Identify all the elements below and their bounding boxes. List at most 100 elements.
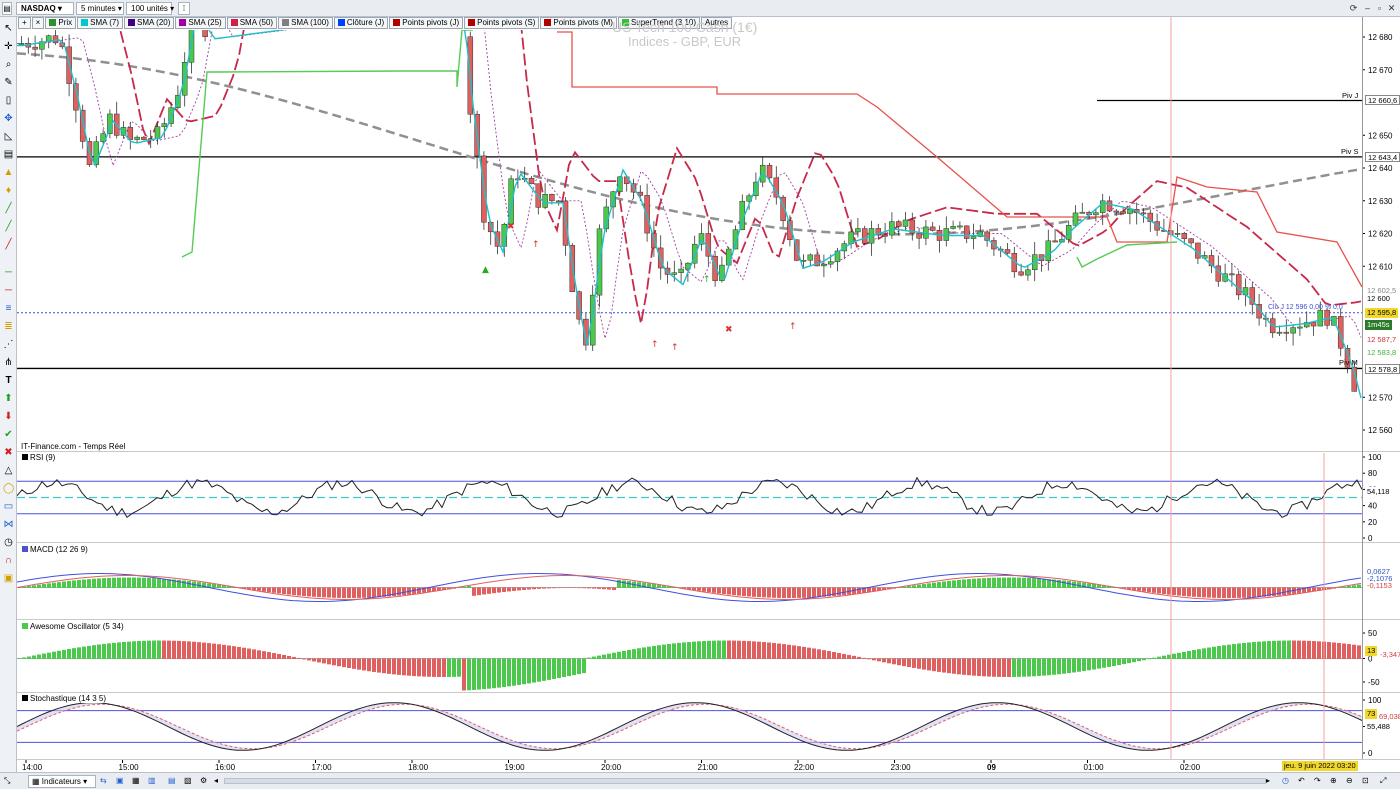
candle-body	[827, 261, 834, 265]
grid-icon[interactable]: ▦	[132, 775, 144, 788]
magnet-icon[interactable]: ∩	[3, 555, 14, 566]
fibo-icon[interactable]: ≣	[3, 321, 14, 332]
trash-icon[interactable]: ▤	[3, 149, 14, 160]
macd-histogram-bar	[72, 580, 76, 588]
rectangle-icon[interactable]: ▭	[3, 501, 14, 512]
candle-body	[957, 225, 963, 228]
ao-bar	[227, 645, 231, 659]
ao-bar	[37, 654, 41, 659]
pencil-icon[interactable]: ✎	[3, 77, 14, 88]
timeframe-select[interactable]: 5 minutes ▾	[76, 2, 124, 15]
fibo-fan-icon[interactable]: ⋰	[3, 339, 14, 350]
ao-bar	[1012, 658, 1016, 677]
macd-title[interactable]: MACD (12 26 9)	[20, 545, 90, 554]
ao-bar	[1212, 646, 1216, 659]
macd-histogram-bar	[292, 587, 296, 596]
ao-title[interactable]: Awesome Oscillator (5 34)	[20, 622, 126, 631]
line-icon[interactable]: ╱	[3, 203, 14, 214]
print-icon[interactable]: ▧	[184, 775, 196, 788]
ellipse-icon[interactable]: ◯	[3, 483, 14, 494]
ao-bar	[372, 658, 376, 672]
channel-icon[interactable]: ≡	[3, 303, 14, 314]
hline-red-icon[interactable]: ─	[3, 285, 14, 296]
macd-histogram-bar	[787, 587, 791, 598]
macd-panel	[17, 573, 1362, 602]
refresh-icon[interactable]: ⟳	[1348, 3, 1359, 14]
macd-histogram-bar	[567, 587, 571, 589]
share-icon[interactable]: ⇆	[100, 775, 112, 788]
bell-icon[interactable]: ♦	[3, 185, 14, 196]
instrument-select[interactable]: NASDAQ ▾	[16, 2, 74, 15]
check-icon[interactable]: ✔	[3, 429, 14, 440]
ao-bar	[892, 658, 896, 665]
ao-bar	[697, 641, 701, 659]
layout-icon[interactable]: ▤	[168, 775, 180, 788]
cursor-icon[interactable]: ↖	[3, 23, 14, 34]
text-icon[interactable]: T	[3, 375, 14, 386]
undo-icon[interactable]: ↶	[1298, 775, 1310, 788]
ray-icon[interactable]: ╱	[3, 239, 14, 250]
macd-histogram-bar	[487, 587, 491, 594]
scroll-right-icon[interactable]: ▸	[1266, 775, 1274, 788]
settings-icon[interactable]: ⚙	[200, 775, 212, 788]
replay-icon[interactable]: ◷	[1282, 775, 1294, 788]
close-icon[interactable]: ✕	[1386, 3, 1397, 14]
calendar-icon[interactable]: ▥	[148, 775, 160, 788]
cross-icon[interactable]: ✖	[3, 447, 14, 458]
bars-icon[interactable]: ⁞	[178, 2, 190, 15]
macd-histogram-bar	[1037, 578, 1041, 588]
move-icon[interactable]: ✥	[3, 113, 14, 124]
ao-bar	[187, 641, 191, 659]
zoom-icon[interactable]: ⌕	[3, 59, 14, 70]
save-icon[interactable]: ▣	[116, 775, 128, 788]
units-select[interactable]: 100 unités ▾	[126, 2, 174, 15]
triangle-icon[interactable]: △	[3, 465, 14, 476]
zoom-fit-icon[interactable]: ⊡	[1362, 775, 1374, 788]
ruler-icon[interactable]: ◺	[3, 131, 14, 142]
indicators-button[interactable]: ▦ Indicateurs ▾	[28, 775, 96, 788]
ao-bar	[722, 640, 726, 659]
ao-bar	[977, 658, 981, 677]
pivot-s-tag: Piv S	[1341, 147, 1359, 156]
expand-icon[interactable]: ⤢	[1380, 775, 1392, 788]
polyline-icon[interactable]: ⋈	[3, 519, 14, 530]
restore-icon[interactable]: ▫	[1374, 3, 1385, 14]
units-label: 100 unités	[131, 4, 168, 13]
trendline-icon[interactable]: ╱	[3, 221, 14, 232]
minimize-icon[interactable]: –	[1362, 3, 1373, 14]
candle-body	[1215, 265, 1222, 282]
ao-bar	[832, 652, 836, 659]
alert-icon[interactable]: ▲	[3, 167, 14, 178]
pitchfork-icon[interactable]: ⋔	[3, 357, 14, 368]
page-icon[interactable]: ▯	[3, 95, 14, 106]
rsi-title[interactable]: RSI (9)	[20, 453, 58, 462]
candle-body	[202, 30, 208, 37]
ao-bar	[472, 658, 476, 690]
macd-histogram-bar	[837, 587, 841, 596]
redo-icon[interactable]: ↷	[1314, 775, 1326, 788]
macd-histogram-bar	[277, 587, 281, 594]
ao-bar	[22, 657, 26, 659]
zoom-in-icon[interactable]: ⊕	[1330, 775, 1342, 788]
stoch-title[interactable]: Stochastique (14 3 5)	[20, 694, 109, 703]
horizontal-scrollbar[interactable]	[224, 778, 1266, 784]
lock-icon[interactable]: ▣	[3, 573, 14, 584]
ao-bar	[332, 658, 336, 666]
ao-bar	[452, 658, 456, 677]
price-tick-label: 12 560	[1368, 426, 1393, 435]
cycle-icon[interactable]: ◷	[3, 537, 14, 548]
arrow-down-icon[interactable]: ⬇	[3, 411, 14, 422]
zoom-out-icon[interactable]: ⊖	[1346, 775, 1358, 788]
menu-icon[interactable]: ▤	[2, 2, 12, 15]
crosshair-icon[interactable]: ✛	[3, 41, 14, 52]
last-price: 12 595,8	[1365, 308, 1399, 318]
ao-bar	[1002, 658, 1006, 677]
scroll-left-icon[interactable]: ◂	[214, 775, 222, 788]
time-tick-label: 09	[987, 763, 996, 772]
arrow-up-icon[interactable]: ⬆	[3, 393, 14, 404]
hline-icon[interactable]: ─	[3, 267, 14, 278]
macd-histogram-bar	[82, 579, 86, 588]
chart-area[interactable]: 12 680 12 670 12 650 12 640 12 630 12 620 12 6…	[17, 17, 1400, 772]
resize-icon[interactable]: ⤡	[4, 775, 16, 788]
close-tag: Clo J 12 596 0,00 % 0,0	[1268, 304, 1343, 311]
